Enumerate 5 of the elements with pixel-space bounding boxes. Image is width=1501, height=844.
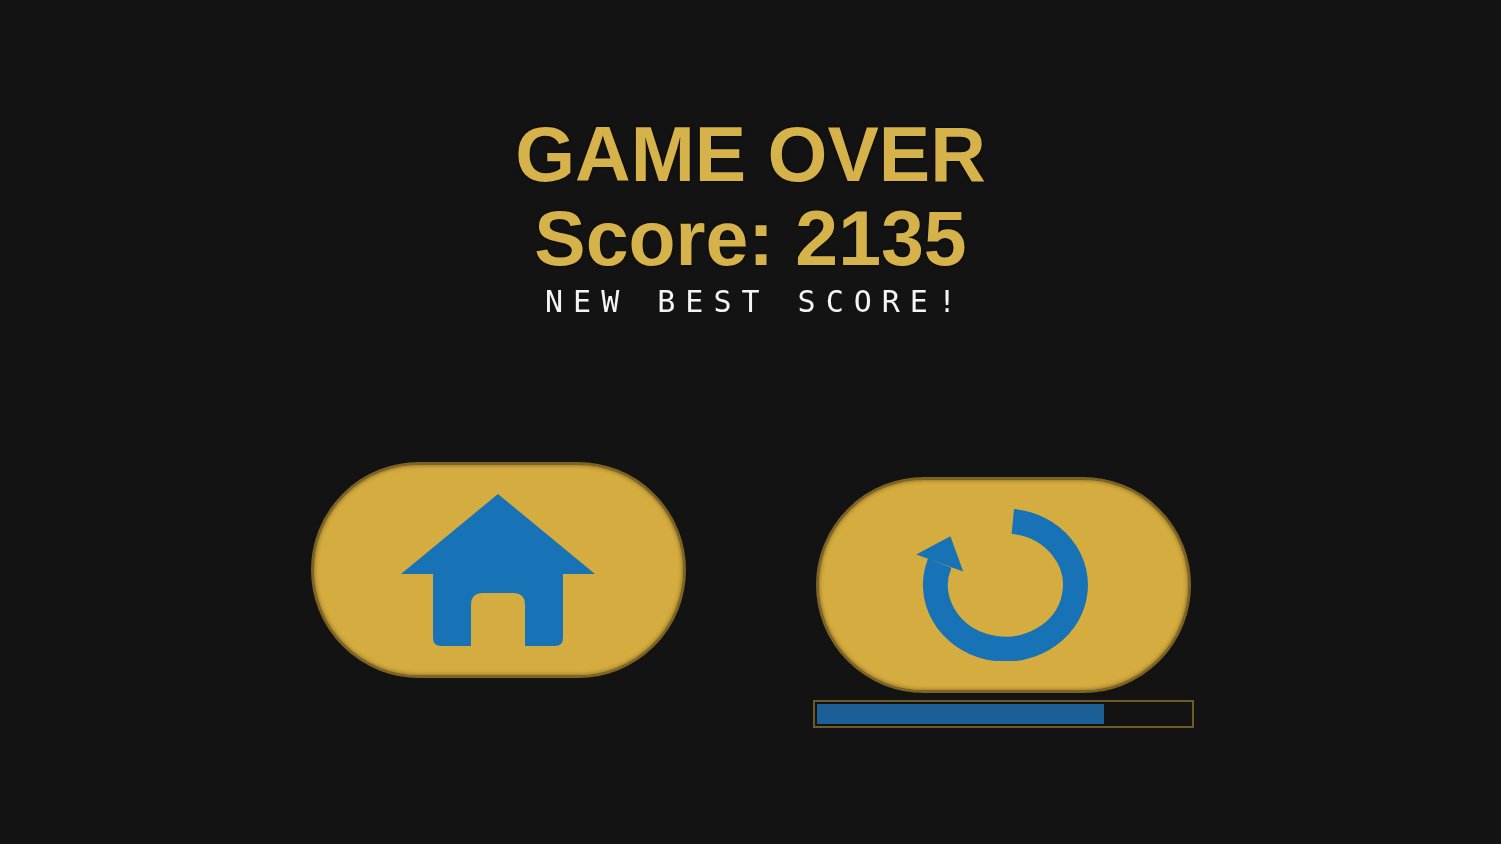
house-icon <box>401 494 595 646</box>
new-best-score-text: NEW BEST SCORE! <box>545 287 966 317</box>
score-text: Score: 2135 <box>534 196 967 280</box>
circular-arrow-icon <box>916 509 1090 661</box>
game-over-title: GAME OVER <box>515 112 986 196</box>
